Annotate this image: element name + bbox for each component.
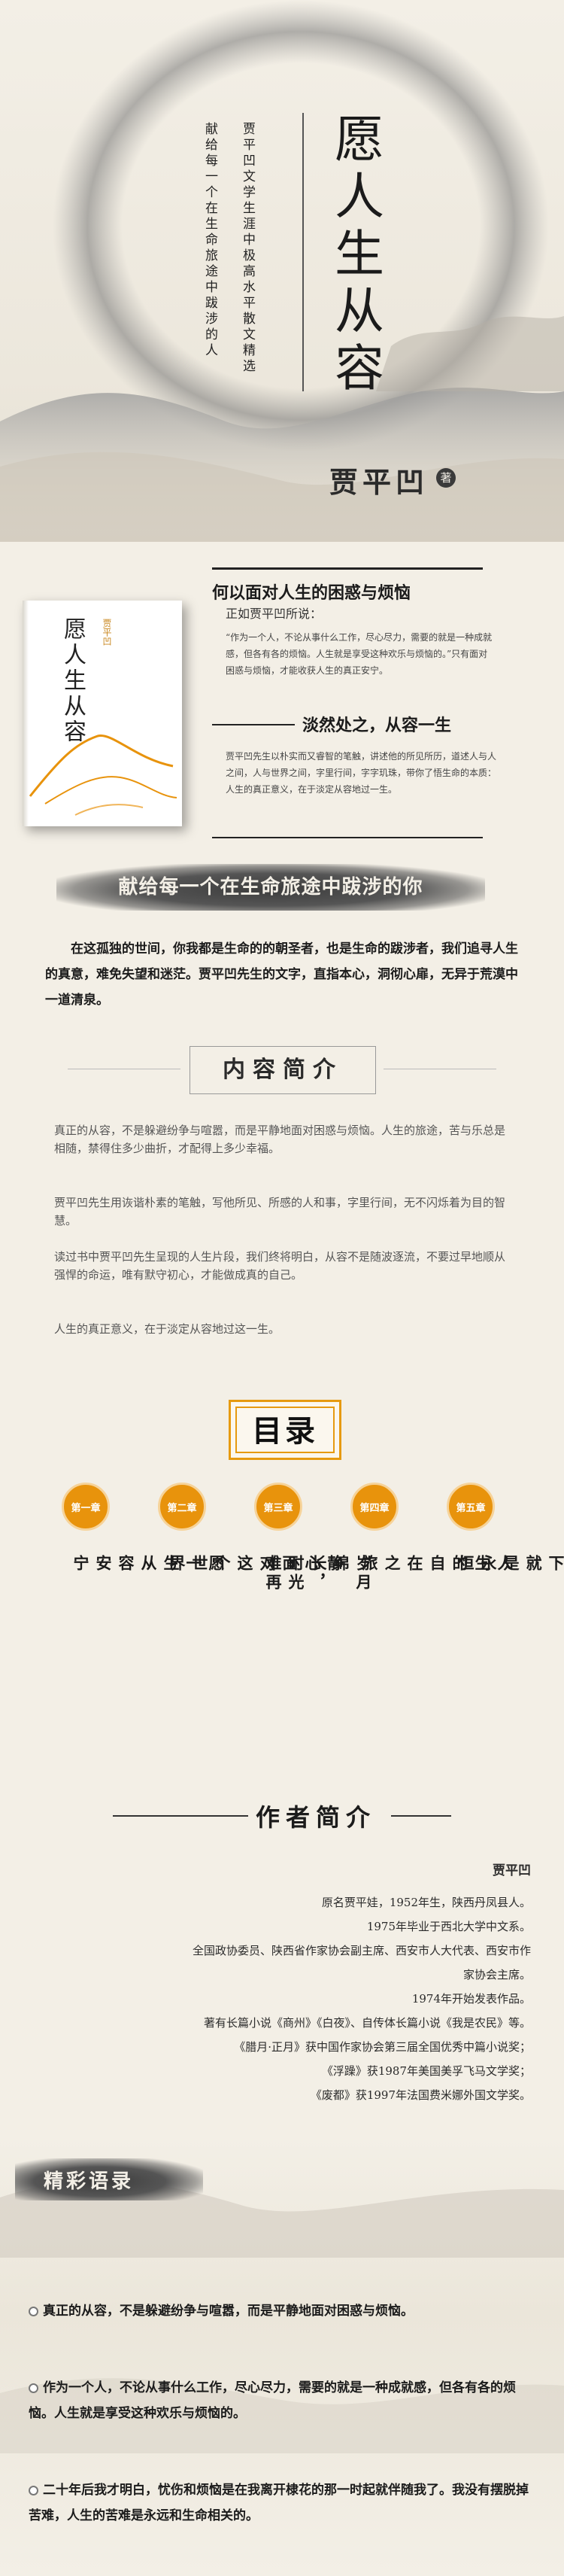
quote-paragraph: “作为一个人，不论从事什么工作，尽心尽力，需要的就是一种成就感，但各有各的烦恼。… xyxy=(226,632,493,676)
intro-section: 内容简介 真正的从容，不是躲避纷争与喧嚣，而是平静地面对困惑与烦恼。人生的旅途，… xyxy=(0,1046,564,1377)
answer-paragraph: 贾平凹先生以朴实而又睿智的笔触，讲述他的所见所历，道述人与人之间，人与世界之间，… xyxy=(226,751,497,795)
author-line: 1974年开始发表作品。 xyxy=(411,1992,531,2006)
chapter-badge: 第一章 xyxy=(62,1483,110,1531)
author-line: 《废都》获1997年法国费米娜外国文学奖。 xyxy=(310,2088,531,2102)
chapter-badge: 第二章 xyxy=(158,1483,206,1531)
cover-mountain-illustration xyxy=(29,734,177,816)
question-subtitle: 正如贾平凹所说： xyxy=(226,607,323,621)
author-heading-line-right xyxy=(391,1815,451,1817)
author-line: 《浮躁》获1987年美国美孚飞马文学奖； xyxy=(321,2064,531,2078)
book-section: 愿人生从容 贾平凹 何以面对人生的困惑与烦恼 正如贾平凹所说： “作为一个人，不… xyxy=(0,557,564,850)
author-line: 家协会主席。 xyxy=(462,1968,531,1981)
quote-item-2: 作为一个人，不论从事什么工作，尽心尽力，需要的就是一种成就感，但各有各的烦恼。人… xyxy=(29,2375,540,2426)
toc-section: 目录 第一章 愿一生从容安宁 第二章 静心面对这个世界 第三章 岁月绵长，时光难… xyxy=(0,1400,564,1791)
dedication-paragraph: 在这孤独的世间，你我都是生命的的朝圣者，也是生命的跋涉者，我们追寻人生的真意，难… xyxy=(45,941,518,1008)
author-line: 全国政协委员、陕西省作家协会副主席、西安市人大代表、西安市作 xyxy=(192,1944,531,1957)
author-name: 贾平凹 xyxy=(493,1863,531,1878)
quote-text: 二十年后我才明白，忧伤和烦恼是在我离开棣花的那一时起就伴随我了。我没有摆脱掉苦难… xyxy=(29,2483,529,2523)
intro-paragraph-4: 人生的真正意义，在于淡定从容地过这一生。 xyxy=(54,1322,280,1336)
author-line: 《腊月·正月》获中国作家协会第三届全国优秀中篇小说奖； xyxy=(234,2040,531,2054)
book-cover: 愿人生从容 贾平凹 xyxy=(23,601,182,826)
toc-chapter-2: 第二章 静心面对这个世界 xyxy=(158,1483,344,1574)
quotes-heading: 精彩语录 xyxy=(44,2170,135,2193)
intro-paragraph-3: 读过书中贾平凹先生呈现的人生片段，我们终将明白，从容不是随波逐流，不要过早地顺从… xyxy=(54,1250,506,1282)
dedication-banner-text: 献给每一个在生命旅途中跋涉的你 xyxy=(118,876,423,899)
bottom-rule xyxy=(212,837,483,838)
toc-chapter-3: 第三章 岁月绵长，时光难再 xyxy=(254,1483,373,1592)
bullet-icon xyxy=(29,2307,38,2316)
chapter-badge: 第四章 xyxy=(350,1483,399,1531)
intro-paragraph-2: 贾平凹先生用诙谐朴素的笔触，写他所见、所感的人和事，字里行间，无不闪烁着为目的智… xyxy=(54,1196,506,1227)
quote-item-3: 二十年后我才明白，忧伤和烦恼是在我离开棣花的那一时起就伴随我了。我没有摆脱掉苦难… xyxy=(29,2477,540,2529)
author-line: 原名贾平娃，1952年生，陕西丹凤县人。 xyxy=(321,1896,531,1909)
quotes-section: 精彩语录 真正的从容，不是躲避纷争与喧嚣，而是平静地面对困惑与烦恼。 作为一个人… xyxy=(0,2137,564,2576)
hero-author: 贾平凹 xyxy=(329,465,429,499)
hero-section: 愿人生从容 贾平凹文学生涯中极高水平散文精选 献给每一个在生命旅途中跋涉的人 贾… xyxy=(0,0,564,542)
quote-text: 作为一个人，不论从事什么工作，尽心尽力，需要的就是一种成就感，但各有各的烦恼。人… xyxy=(29,2380,516,2421)
quote-item-1: 真正的从容，不是躲避纷争与喧嚣，而是平静地面对困惑与烦恼。 xyxy=(29,2298,540,2324)
hero-title: 愿人生从容 xyxy=(326,113,384,399)
author-suffix-badge: 著 xyxy=(436,468,456,488)
bullet-icon xyxy=(29,2383,38,2393)
answer-rule xyxy=(212,724,295,725)
chapter-title: 当下就是永恒 xyxy=(456,1555,564,1574)
chapter-badge: 第三章 xyxy=(254,1483,302,1531)
author-line: 著有长篇小说《商州》《白夜》、自传体长篇小说《我是农民》等。 xyxy=(203,2016,531,2030)
question-title: 何以面对人生的困惑与烦恼 xyxy=(212,583,411,603)
title-divider xyxy=(302,113,304,391)
top-rule xyxy=(212,567,483,570)
dedication-section: 献给每一个在生命旅途中跋涉的你 在这孤独的世间，你我都是生命的的朝圣者，也是生命… xyxy=(0,858,564,1031)
toc-chapter-1: 第一章 愿一生从容安宁 xyxy=(62,1483,226,1574)
author-line: 1975年毕业于西北大学中文系。 xyxy=(366,1920,531,1933)
author-section: 作者简介 贾平凹 原名贾平娃，1952年生，陕西丹凤县人。 1975年毕业于西北… xyxy=(0,1784,564,2137)
bullet-icon xyxy=(29,2486,38,2495)
quote-text: 真正的从容，不是躲避纷争与喧嚣，而是平静地面对困惑与烦恼。 xyxy=(43,2304,414,2319)
author-heading-line-left xyxy=(113,1815,248,1817)
ink-ring-illustration xyxy=(0,0,564,542)
hero-subtitle-1: 贾平凹文学生涯中极高水平散文精选 xyxy=(240,122,255,375)
book-cover-author: 贾平凹 xyxy=(102,619,112,646)
chapter-badge: 第五章 xyxy=(447,1483,495,1531)
hero-subtitle-2: 献给每一个在生命旅途中跋涉的人 xyxy=(202,122,217,359)
toc-heading: 目录 xyxy=(235,1407,335,1453)
author-heading: 作者简介 xyxy=(256,1803,377,1832)
answer-title: 淡然处之，从容一生 xyxy=(302,716,452,735)
toc-chapter-4: 第四章 人生的自在之旅 xyxy=(350,1483,514,1574)
intro-paragraph-1: 真正的从容，不是躲避纷争与喧嚣，而是平静地面对困惑与烦恼。人生的旅途，苦与乐总是… xyxy=(54,1124,506,1155)
toc-chapter-5: 第五章 当下就是永恒 xyxy=(447,1483,564,1574)
toc-heading-frame: 目录 xyxy=(229,1400,341,1460)
intro-heading: 内容简介 xyxy=(190,1046,376,1094)
